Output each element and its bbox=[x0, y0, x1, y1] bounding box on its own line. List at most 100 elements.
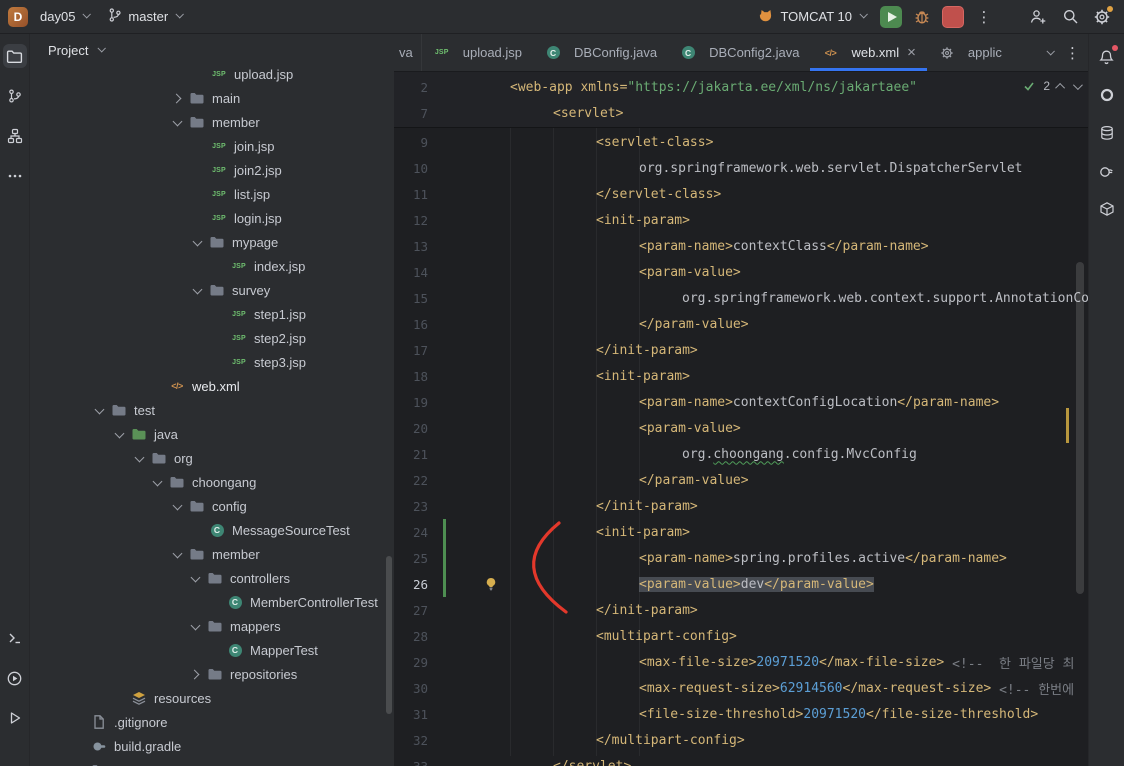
tree-item[interactable]: JSP step2.jsp bbox=[30, 326, 394, 350]
gutter[interactable] bbox=[438, 571, 510, 597]
vcs-branch-selector[interactable]: master bbox=[101, 5, 188, 29]
gutter[interactable] bbox=[438, 311, 510, 337]
project-selector[interactable]: day05 bbox=[34, 5, 95, 29]
gutter[interactable] bbox=[438, 597, 510, 623]
tree-item[interactable]: C MapperTest bbox=[30, 638, 394, 662]
tree-item[interactable]: C MessageSourceTest bbox=[30, 518, 394, 542]
chevron-right-icon[interactable] bbox=[186, 662, 206, 686]
tree-item[interactable]: member bbox=[30, 542, 394, 566]
tree-item[interactable]: controllers bbox=[30, 566, 394, 590]
tree-item[interactable] bbox=[30, 758, 394, 766]
chevron-right-icon[interactable] bbox=[168, 86, 188, 110]
code-editor[interactable]: 9 <servlet-class> 10 org.springframework.we… bbox=[394, 128, 1088, 766]
intention-bulb-icon[interactable] bbox=[484, 577, 498, 595]
gutter[interactable] bbox=[438, 753, 510, 766]
chevron-down-icon[interactable] bbox=[186, 614, 206, 638]
settings-gear-icon[interactable] bbox=[1090, 5, 1114, 29]
chevron-down-icon[interactable] bbox=[168, 494, 188, 518]
notifications-bell-icon[interactable] bbox=[1094, 44, 1120, 70]
run-button[interactable] bbox=[880, 5, 902, 28]
chevron-down-icon[interactable] bbox=[188, 278, 208, 302]
chevron-down-icon[interactable] bbox=[90, 398, 110, 422]
editor-tab[interactable]: C DBConfig2.java bbox=[668, 34, 810, 71]
gutter[interactable] bbox=[438, 74, 510, 100]
spring-icon[interactable] bbox=[1094, 82, 1120, 108]
gutter[interactable] bbox=[438, 389, 510, 415]
gradle-icon[interactable] bbox=[1094, 158, 1120, 184]
editor-tab[interactable]: </> web.xml × bbox=[810, 34, 928, 71]
database-icon[interactable] bbox=[1094, 120, 1120, 146]
more-icon[interactable] bbox=[3, 164, 27, 188]
tree-item[interactable]: resources bbox=[30, 686, 394, 710]
editor-tab-overflow[interactable]: va bbox=[394, 34, 422, 71]
debug-button[interactable] bbox=[910, 5, 934, 29]
tree-scrollbar[interactable] bbox=[386, 556, 392, 714]
chevron-down-icon[interactable] bbox=[168, 542, 188, 566]
tree-item[interactable]: JSP step3.jsp bbox=[30, 350, 394, 374]
services-icon[interactable] bbox=[3, 666, 27, 690]
gutter[interactable] bbox=[438, 467, 510, 493]
chevron-down-icon[interactable] bbox=[188, 230, 208, 254]
tree-item[interactable]: JSP list.jsp bbox=[30, 182, 394, 206]
gutter[interactable] bbox=[438, 259, 510, 285]
tree-item[interactable]: config bbox=[30, 494, 394, 518]
gutter[interactable] bbox=[438, 129, 510, 155]
gutter[interactable] bbox=[438, 493, 510, 519]
prev-problem-button[interactable] bbox=[1055, 82, 1066, 93]
gutter[interactable] bbox=[438, 363, 510, 389]
gutter[interactable] bbox=[438, 181, 510, 207]
terminal-icon[interactable] bbox=[3, 626, 27, 650]
chevron-down-icon[interactable] bbox=[168, 110, 188, 134]
gutter[interactable] bbox=[438, 545, 510, 571]
tab-options-kebab-icon[interactable]: ⋮ bbox=[1065, 44, 1080, 62]
tree-item[interactable]: JSP index.jsp bbox=[30, 254, 394, 278]
gutter[interactable] bbox=[438, 207, 510, 233]
gutter[interactable] bbox=[438, 441, 510, 467]
tree-item[interactable]: mappers bbox=[30, 614, 394, 638]
tab-list-chevron-icon[interactable] bbox=[1046, 47, 1055, 56]
editor-tab[interactable]: JSP upload.jsp bbox=[422, 34, 533, 71]
gutter[interactable] bbox=[438, 100, 510, 126]
run-tool-icon[interactable] bbox=[3, 706, 27, 730]
tree-item[interactable]: C MemberControllerTest bbox=[30, 590, 394, 614]
search-icon[interactable] bbox=[1058, 5, 1082, 29]
stop-button[interactable] bbox=[942, 5, 964, 28]
tree-item[interactable]: JSP join.jsp bbox=[30, 134, 394, 158]
chevron-down-icon[interactable] bbox=[148, 470, 168, 494]
tree-item[interactable]: member bbox=[30, 110, 394, 134]
structure-icon[interactable] bbox=[3, 124, 27, 148]
tree-item[interactable]: </> web.xml bbox=[30, 374, 394, 398]
gutter[interactable] bbox=[438, 155, 510, 181]
gutter[interactable] bbox=[438, 623, 510, 649]
gutter[interactable] bbox=[438, 337, 510, 363]
tree-item[interactable]: survey bbox=[30, 278, 394, 302]
more-kebab-icon[interactable]: ⋮ bbox=[972, 5, 996, 29]
run-config-selector[interactable]: TOMCAT 10 bbox=[751, 5, 872, 29]
tree-item[interactable]: org bbox=[30, 446, 394, 470]
tree-item[interactable]: main bbox=[30, 86, 394, 110]
editor-tab[interactable]: C DBConfig.java bbox=[533, 34, 668, 71]
project-logo[interactable]: D bbox=[8, 6, 28, 27]
tree-item[interactable]: JSP step1.jsp bbox=[30, 302, 394, 326]
editor-scrollbar[interactable] bbox=[1076, 262, 1084, 594]
chevron-down-icon[interactable] bbox=[130, 446, 150, 470]
project-folder-icon[interactable] bbox=[2, 44, 27, 68]
gutter[interactable] bbox=[438, 285, 510, 311]
inspections-widget[interactable]: 2 bbox=[1023, 79, 1083, 93]
tree-item[interactable]: test bbox=[30, 398, 394, 422]
project-panel-header[interactable]: Project bbox=[30, 34, 394, 66]
gutter[interactable] bbox=[438, 675, 510, 701]
chevron-down-icon[interactable] bbox=[110, 422, 130, 446]
add-user-icon[interactable] bbox=[1026, 5, 1050, 29]
editor-tab[interactable]: applic bbox=[927, 34, 1013, 71]
gutter[interactable] bbox=[438, 649, 510, 675]
gutter[interactable] bbox=[438, 415, 510, 441]
dependencies-icon[interactable] bbox=[1094, 196, 1120, 222]
code-line[interactable]: <web-app xmlns= "https://jakarta.ee/xml/n… bbox=[510, 74, 1088, 100]
tree-item[interactable]: choongang bbox=[30, 470, 394, 494]
code-line[interactable]: <servlet> bbox=[510, 100, 1088, 126]
gutter[interactable] bbox=[438, 701, 510, 727]
tree-item[interactable]: repositories bbox=[30, 662, 394, 686]
chevron-down-icon[interactable] bbox=[186, 566, 206, 590]
gutter[interactable] bbox=[438, 519, 510, 545]
